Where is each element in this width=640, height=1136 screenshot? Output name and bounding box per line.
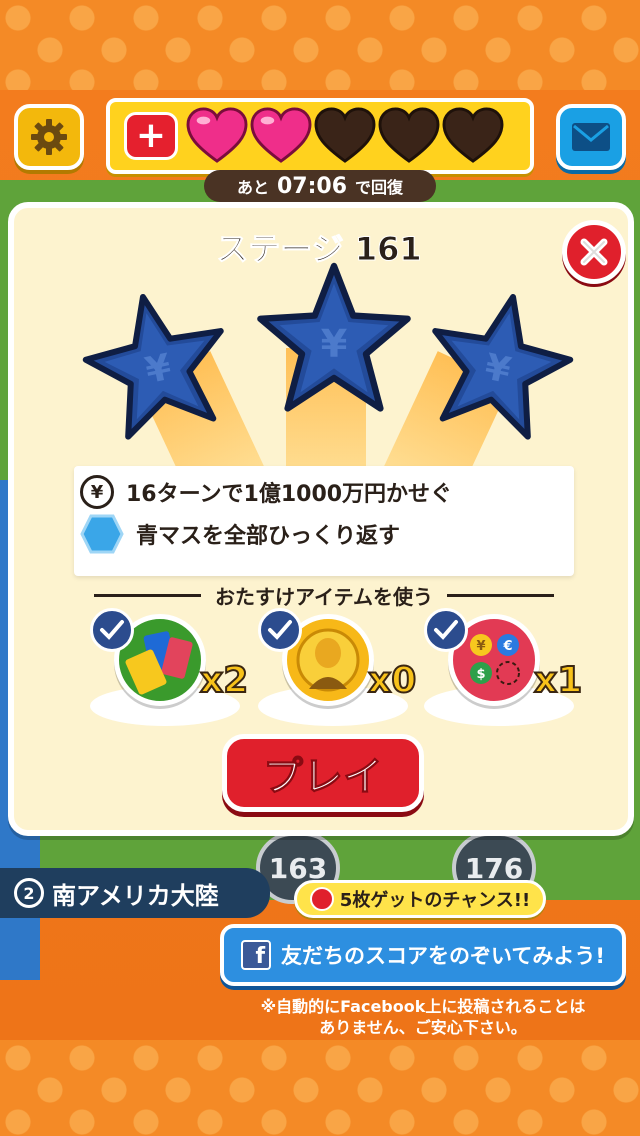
checkmark-icon: [100, 620, 124, 640]
item-count: x0: [367, 659, 417, 702]
item-count: x2: [199, 659, 249, 702]
objective-tiles: 青マスを全部ひっくり返す: [80, 514, 400, 554]
footer-pattern: [0, 1040, 640, 1136]
item-check-toggle[interactable]: [90, 608, 134, 652]
objective-money: ¥ 16ターンで1億1000万円かせぐ: [80, 472, 452, 512]
settings-button[interactable]: [14, 104, 84, 170]
notice-line: ※自動的にFacebook上に投稿されることは: [260, 997, 586, 1016]
play-button[interactable]: プレイ: [222, 734, 424, 812]
heart-empty-icon: [442, 107, 504, 163]
checkmark-icon: [434, 620, 458, 640]
facebook-logo-letter: f: [255, 944, 266, 969]
objective-text: 16ターンで1億1000万円かせぐ: [126, 482, 453, 507]
timer-prefix: あと: [236, 178, 269, 197]
facebook-friends-button[interactable]: f 友だちのスコアをのぞいてみよう!: [220, 924, 626, 986]
objective-text: 青マスを全部ひっくり返す: [136, 524, 401, 549]
facebook-notice: ※自動的にFacebook上に投稿されることは ありません、ご安心下さい。: [220, 996, 626, 1038]
envelope-icon: [572, 123, 610, 151]
checkmark-icon: [268, 620, 292, 640]
timer-time: 07:06: [276, 173, 348, 199]
play-label: プレイ: [263, 754, 384, 801]
item-check-toggle[interactable]: [424, 608, 468, 652]
items-heading: おたすけアイテムを使う: [94, 580, 554, 610]
facebook-button-label: 友だちのスコアをのぞいてみよう!: [281, 944, 605, 968]
blue-hexagon-icon: [80, 514, 124, 554]
chance-text: 5枚ゲットのチャンス!!: [339, 890, 531, 911]
notice-line: ありません、ご安心下さい。: [319, 1018, 527, 1037]
star-icon: ¥: [257, 262, 411, 412]
gear-icon: [31, 119, 67, 155]
timer-suffix: で回復: [355, 178, 404, 197]
region-number: 2: [14, 878, 44, 908]
header-pattern: [0, 0, 640, 100]
stage-dialog: ステージ 161 ¥ ¥ ¥ ¥ 16ターンで1億1000万円かせぐ 青マスを全…: [8, 202, 634, 836]
svg-text:$: $: [476, 667, 485, 682]
item-cash[interactable]: x2: [90, 608, 260, 728]
svg-text:¥: ¥: [321, 322, 348, 367]
add-lives-button[interactable]: +: [124, 112, 178, 160]
heart-full-icon: [250, 107, 312, 163]
star-icon: ¥: [82, 293, 224, 440]
region-name: 南アメリカ大陸: [52, 881, 219, 910]
yen-coin-icon: ¥: [80, 475, 114, 509]
chance-badge: 5枚ゲットのチャンス!!: [294, 880, 546, 918]
mail-button[interactable]: [556, 104, 626, 170]
item-count: x1: [533, 659, 583, 702]
heart-full-icon: [186, 107, 248, 163]
lives-panel: +: [106, 98, 534, 174]
plus-label: +: [135, 115, 167, 156]
item-currency[interactable]: ¥ € $ x1: [424, 608, 594, 728]
facebook-icon: f: [241, 940, 272, 970]
heart-empty-icon: [378, 107, 440, 163]
svg-text:¥: ¥: [476, 639, 485, 654]
life-recovery-timer: あと 07:06 で回復: [204, 170, 436, 202]
stars-area: ¥ ¥ ¥: [74, 258, 574, 539]
item-portrait-coin[interactable]: x0: [258, 608, 428, 728]
region-label[interactable]: 2 南アメリカ大陸: [0, 868, 270, 918]
close-icon: [580, 238, 608, 266]
divider: [94, 593, 201, 597]
heart-icon: [309, 887, 334, 911]
heart-empty-icon: [314, 107, 376, 163]
divider: [447, 593, 554, 597]
item-check-toggle[interactable]: [258, 608, 302, 652]
svg-text:€: €: [502, 639, 512, 654]
star-icon: ¥: [432, 293, 574, 440]
items-heading-label: おたすけアイテムを使う: [215, 584, 433, 609]
